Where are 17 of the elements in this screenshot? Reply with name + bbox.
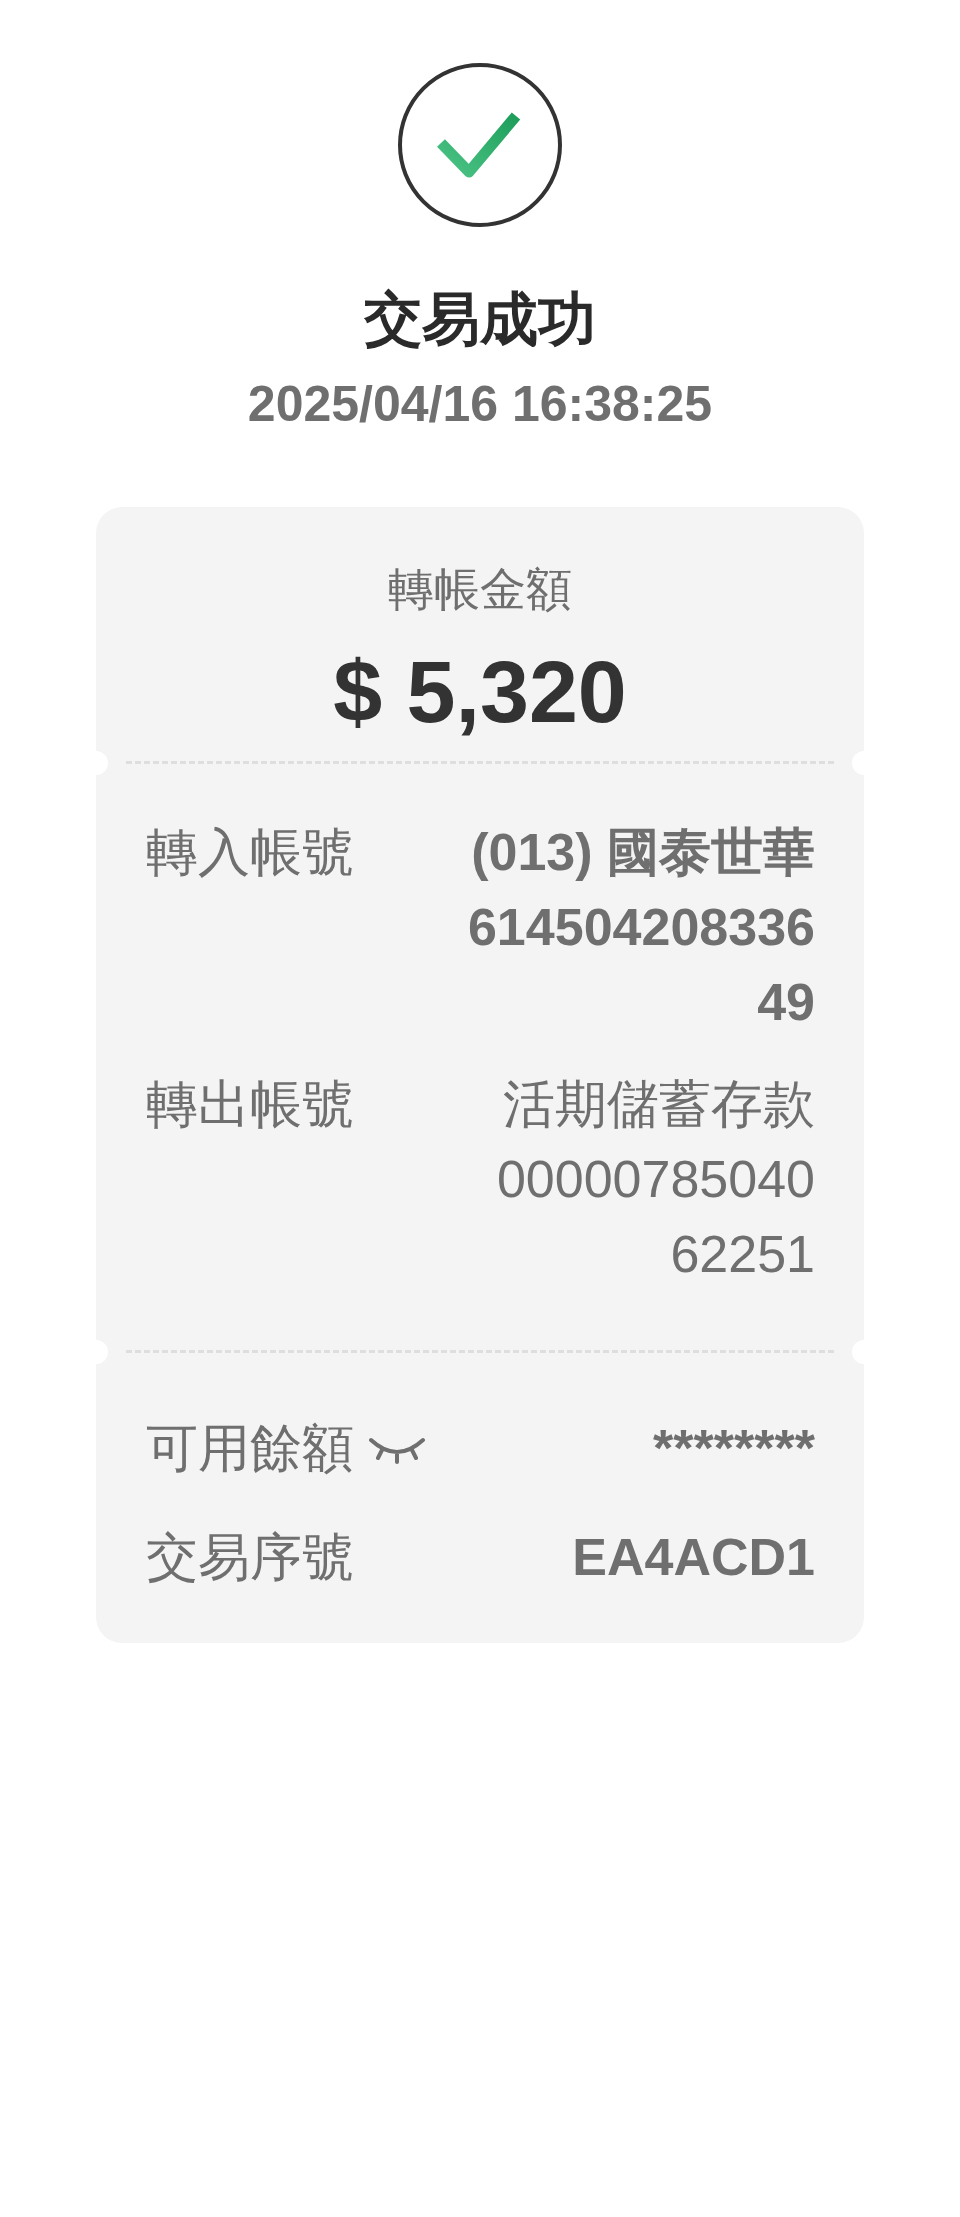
balance-value: ********: [653, 1418, 815, 1479]
account-value: 49: [757, 972, 815, 1033]
check-circle-icon: [397, 62, 563, 228]
status-title: 交易成功: [364, 285, 596, 353]
account-value: (013) 國泰世華: [471, 822, 815, 883]
account-value: 活期儲蓄存款: [503, 1074, 815, 1135]
account-value: 00000785040: [496, 1149, 815, 1210]
field-label: 交易序號: [146, 1527, 354, 1588]
field-label: 可用餘額: [146, 1418, 354, 1479]
account-value: 614504208336: [467, 897, 815, 958]
field-label: 轉入帳號: [146, 822, 354, 883]
transaction-datetime: 2025/04/16 16:38:25: [247, 375, 713, 434]
amount-value: $ 5,320: [332, 642, 628, 741]
account-value: 62251: [670, 1224, 815, 1285]
transaction-id: EA4ACD1: [572, 1527, 815, 1588]
amount-label: 轉帳金額: [387, 562, 573, 617]
field-label: 轉出帳號: [146, 1074, 354, 1135]
